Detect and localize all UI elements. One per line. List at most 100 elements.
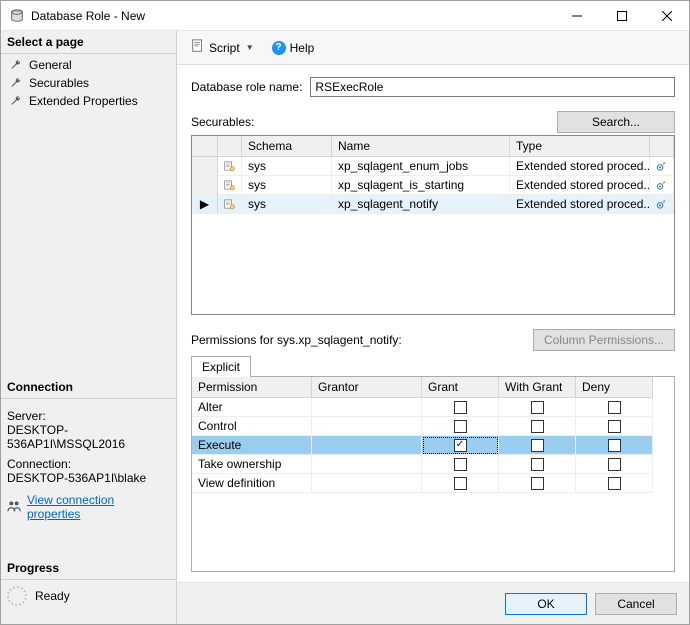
database-icon: [9, 8, 25, 24]
checkbox[interactable]: [531, 420, 544, 433]
server-value: DESKTOP-536AP1I\MSSQL2016: [7, 423, 170, 451]
sidebar-item-extended-properties[interactable]: Extended Properties: [1, 92, 176, 110]
row-action-icon[interactable]: [650, 176, 674, 195]
permissions-header-row: Permission Grantor Grant With Grant Deny: [192, 377, 674, 398]
permission-row[interactable]: Control: [192, 417, 674, 436]
cell-with-grant[interactable]: [499, 398, 576, 417]
col-type[interactable]: Type: [510, 136, 650, 157]
view-connection-properties-link[interactable]: View connection properties: [27, 493, 170, 521]
permissions-grid[interactable]: Permission Grantor Grant With Grant Deny…: [192, 377, 674, 571]
cell-with-grant[interactable]: [499, 455, 576, 474]
col-with-grant[interactable]: With Grant: [499, 377, 576, 398]
maximize-button[interactable]: [599, 1, 644, 30]
securable-row[interactable]: sysxp_sqlagent_enum_jobsExtended stored …: [192, 157, 674, 176]
wrench-icon: [9, 76, 23, 90]
col-grantor[interactable]: Grantor: [312, 377, 422, 398]
col-name[interactable]: Name: [332, 136, 510, 157]
chevron-down-icon: ▼: [244, 43, 256, 52]
securables-grid[interactable]: Schema Name Type sysxp_sqlagent_enum_job…: [191, 135, 675, 315]
col-grant[interactable]: Grant: [422, 377, 499, 398]
cell-deny[interactable]: [576, 474, 653, 493]
connection-header: Connection: [1, 376, 176, 399]
checkbox[interactable]: [608, 439, 621, 452]
cell-with-grant[interactable]: [499, 436, 576, 455]
row-selector[interactable]: ▶: [192, 195, 218, 214]
role-name-input[interactable]: [310, 77, 675, 97]
cell-permission: View definition: [192, 474, 312, 493]
cell-deny[interactable]: [576, 455, 653, 474]
col-deny[interactable]: Deny: [576, 377, 653, 398]
cancel-button[interactable]: Cancel: [595, 593, 677, 615]
securable-row[interactable]: sysxp_sqlagent_is_startingExtended store…: [192, 176, 674, 195]
help-icon: ?: [272, 41, 286, 55]
cell-grant[interactable]: [422, 474, 499, 493]
checkbox[interactable]: [531, 477, 544, 490]
permission-row[interactable]: Alter: [192, 398, 674, 417]
row-header-blank: [192, 136, 218, 157]
sidebar-item-general[interactable]: General: [1, 56, 176, 74]
connection-value: DESKTOP-536AP1I\blake: [7, 471, 170, 485]
row-action-icon[interactable]: [650, 195, 674, 214]
checkbox[interactable]: [608, 420, 621, 433]
cell-permission: Take ownership: [192, 455, 312, 474]
checkbox[interactable]: [608, 477, 621, 490]
checkbox[interactable]: [454, 458, 467, 471]
close-button[interactable]: [644, 1, 689, 30]
sidebar-item-securables[interactable]: Securables: [1, 74, 176, 92]
checkbox[interactable]: [531, 401, 544, 414]
cell-schema: sys: [242, 176, 332, 195]
permission-row[interactable]: View definition: [192, 474, 674, 493]
cell-with-grant[interactable]: [499, 474, 576, 493]
cell-grantor: [312, 398, 422, 417]
permission-row[interactable]: Take ownership: [192, 455, 674, 474]
script-label: Script: [209, 41, 240, 55]
checkbox[interactable]: [454, 401, 467, 414]
checkbox[interactable]: [608, 458, 621, 471]
minimize-button[interactable]: [554, 1, 599, 30]
cell-with-grant[interactable]: [499, 417, 576, 436]
wrench-icon: [9, 94, 23, 108]
checkbox[interactable]: [454, 477, 467, 490]
dialog-window: Database Role - New Select a page Genera…: [0, 0, 690, 625]
page-list: General Securables Extended Properties: [1, 54, 176, 112]
cell-grantor: [312, 455, 422, 474]
checkbox[interactable]: ✓: [454, 439, 467, 452]
cell-deny[interactable]: [576, 398, 653, 417]
cell-deny[interactable]: [576, 436, 653, 455]
cell-grant[interactable]: [422, 455, 499, 474]
col-permission[interactable]: Permission: [192, 377, 312, 398]
cell-type: Extended stored proced...: [510, 195, 650, 214]
cell-permission: Execute: [192, 436, 312, 455]
tab-explicit[interactable]: Explicit: [191, 356, 251, 377]
window-title: Database Role - New: [31, 9, 554, 23]
checkbox[interactable]: [454, 420, 467, 433]
cell-permission: Control: [192, 417, 312, 436]
stored-procedure-icon: [218, 195, 242, 214]
cell-grant[interactable]: [422, 398, 499, 417]
search-button[interactable]: Search...: [557, 111, 675, 133]
checkbox[interactable]: [531, 458, 544, 471]
row-selector[interactable]: [192, 157, 218, 176]
permissions-label: Permissions for sys.xp_sqlagent_notify:: [191, 333, 533, 347]
row-action-icon[interactable]: [650, 157, 674, 176]
sidebar-item-label: Securables: [29, 76, 89, 90]
ok-button[interactable]: OK: [505, 593, 587, 615]
checkbox[interactable]: [608, 401, 621, 414]
checkbox[interactable]: [531, 439, 544, 452]
permission-row[interactable]: Execute ✓: [192, 436, 674, 455]
cell-grant[interactable]: [422, 417, 499, 436]
progress-status: Ready: [35, 589, 70, 603]
cell-grant[interactable]: ✓: [422, 436, 499, 455]
titlebar: Database Role - New: [1, 1, 689, 31]
sidebar-item-label: General: [29, 58, 72, 72]
help-button[interactable]: ? Help: [268, 39, 319, 57]
col-schema[interactable]: Schema: [242, 136, 332, 157]
securables-label: Securables:: [191, 115, 557, 129]
col-action: [650, 136, 674, 157]
securable-row[interactable]: ▶sysxp_sqlagent_notifyExtended stored pr…: [192, 195, 674, 214]
cell-deny[interactable]: [576, 417, 653, 436]
script-button[interactable]: Script ▼: [187, 37, 260, 58]
row-selector[interactable]: [192, 176, 218, 195]
role-name-label: Database role name:: [191, 80, 302, 94]
script-icon: [191, 39, 205, 56]
